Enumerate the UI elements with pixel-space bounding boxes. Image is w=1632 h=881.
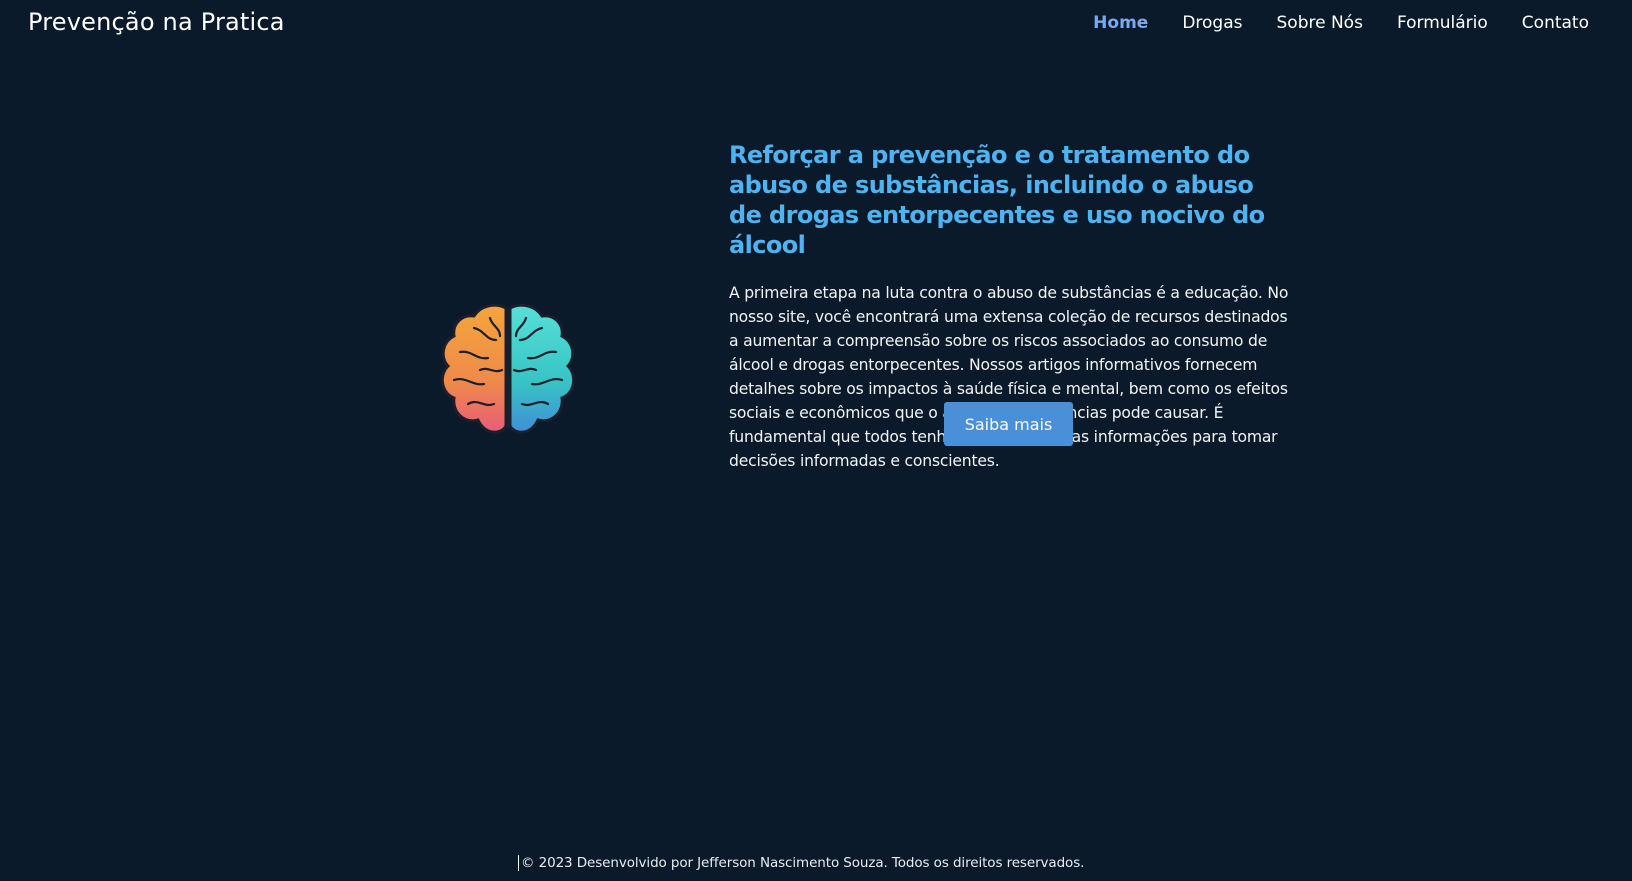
saiba-mais-button[interactable]: Saiba mais — [944, 402, 1073, 446]
site-brand[interactable]: Prevenção na Pratica — [28, 8, 285, 36]
nav-item-home[interactable]: Home — [1093, 13, 1148, 33]
footer-copyright: © 2023 Desenvolvido por Jefferson Nascim… — [518, 855, 1084, 871]
hero-headline: Reforçar a prevenção e o tratamento do a… — [729, 141, 1265, 259]
hero-section: Reforçar a prevenção e o tratamento do a… — [0, 140, 1632, 600]
nav-item-contato[interactable]: Contato — [1522, 13, 1589, 33]
top-navbar: Prevenção na Pratica Home Drogas Sobre N… — [0, 0, 1632, 50]
main-nav: Home Drogas Sobre Nós Formulário Contato — [1093, 13, 1589, 33]
brain-icon — [434, 300, 582, 446]
nav-item-sobre-nos[interactable]: Sobre Nós — [1277, 13, 1363, 33]
nav-item-formulario[interactable]: Formulário — [1397, 13, 1488, 33]
nav-item-drogas[interactable]: Drogas — [1182, 13, 1242, 33]
